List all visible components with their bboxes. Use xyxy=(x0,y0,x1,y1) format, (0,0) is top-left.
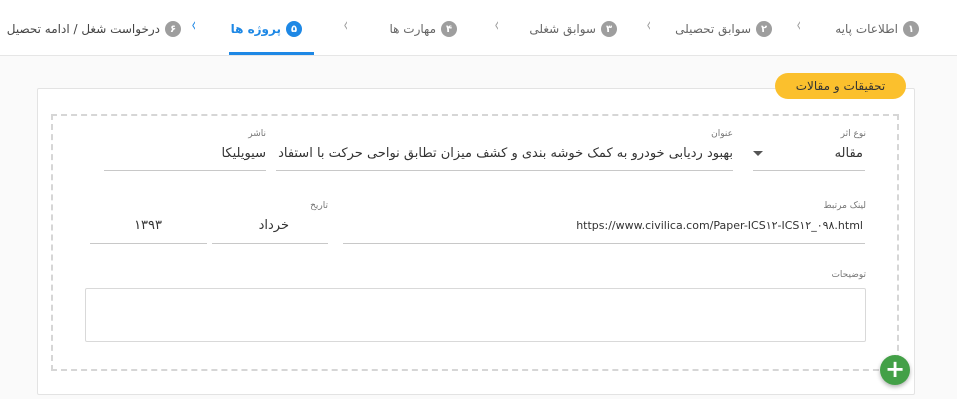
chevron-left-icon: ‹ xyxy=(343,14,349,36)
step-number: ۴ xyxy=(441,21,457,37)
active-step-underline xyxy=(229,52,314,55)
month-select[interactable]: خرداد xyxy=(212,218,289,233)
publisher-underline xyxy=(104,170,266,171)
year-select[interactable]: ۱۳۹۳ xyxy=(90,218,162,233)
step-label: درخواست شغل / ادامه تحصیل xyxy=(6,22,160,36)
step-label: پروژه ها xyxy=(230,22,281,36)
chevron-left-icon: ‹ xyxy=(494,14,500,36)
publisher-label: ناشر xyxy=(248,129,266,139)
step-skills[interactable]: ۴ مهارت ها xyxy=(389,18,457,40)
step-label: سوابق تحصیلی xyxy=(675,22,751,36)
step-label: اطلاعات پایه xyxy=(835,22,898,36)
step-number: ۵ xyxy=(286,21,302,37)
publisher-input[interactable]: سیویلیکا xyxy=(104,146,266,161)
add-entry-button[interactable]: + xyxy=(880,355,910,385)
link-input[interactable]: https://www.civilica.com/Paper-ICS۱۲-ICS… xyxy=(343,219,863,232)
step-number: ۱ xyxy=(903,21,919,37)
description-textarea[interactable] xyxy=(85,288,866,342)
chevron-left-icon: ‹ xyxy=(796,14,802,36)
step-number: ۶ xyxy=(165,21,181,37)
step-work-history[interactable]: ۳ سوابق شغلی xyxy=(529,18,617,40)
month-underline xyxy=(212,243,328,244)
step-label: سوابق شغلی xyxy=(529,22,596,36)
link-label: لینک مرتبط xyxy=(823,201,866,211)
stepper: ۱ اطلاعات پایه ‹ ۲ سوابق تحصیلی ‹ ۳ سواب… xyxy=(0,0,957,56)
step-number: ۳ xyxy=(601,21,617,37)
step-label: مهارت ها xyxy=(389,22,436,36)
step-basic-info[interactable]: ۱ اطلاعات پایه xyxy=(835,18,919,40)
type-select[interactable]: مقاله xyxy=(768,146,863,161)
type-label: نوع اثر xyxy=(840,129,866,139)
step-job-request[interactable]: ۶ درخواست شغل / ادامه تحصیل xyxy=(7,18,181,40)
page: ۱ اطلاعات پایه ‹ ۲ سوابق تحصیلی ‹ ۳ سواب… xyxy=(0,0,957,399)
description-label: توضیحات xyxy=(831,270,866,280)
type-underline xyxy=(753,170,865,171)
title-underline xyxy=(276,170,733,171)
link-underline xyxy=(343,243,865,244)
year-underline xyxy=(90,243,207,244)
step-education[interactable]: ۲ سوابق تحصیلی xyxy=(675,18,772,40)
chevron-down-icon[interactable] xyxy=(753,151,763,156)
section-title: تحقیقات و مقالات xyxy=(775,73,906,99)
step-number: ۲ xyxy=(756,21,772,37)
chevron-left-icon: ‹ xyxy=(191,14,197,36)
chevron-left-icon: ‹ xyxy=(646,14,652,36)
title-input[interactable]: بهبود ردیابی خودرو به کمک خوشه بندی و کش… xyxy=(278,146,733,161)
date-label: تاریخ xyxy=(310,201,328,211)
step-projects[interactable]: ۵ پروژه ها xyxy=(231,18,302,40)
title-label: عنوان xyxy=(711,129,733,139)
